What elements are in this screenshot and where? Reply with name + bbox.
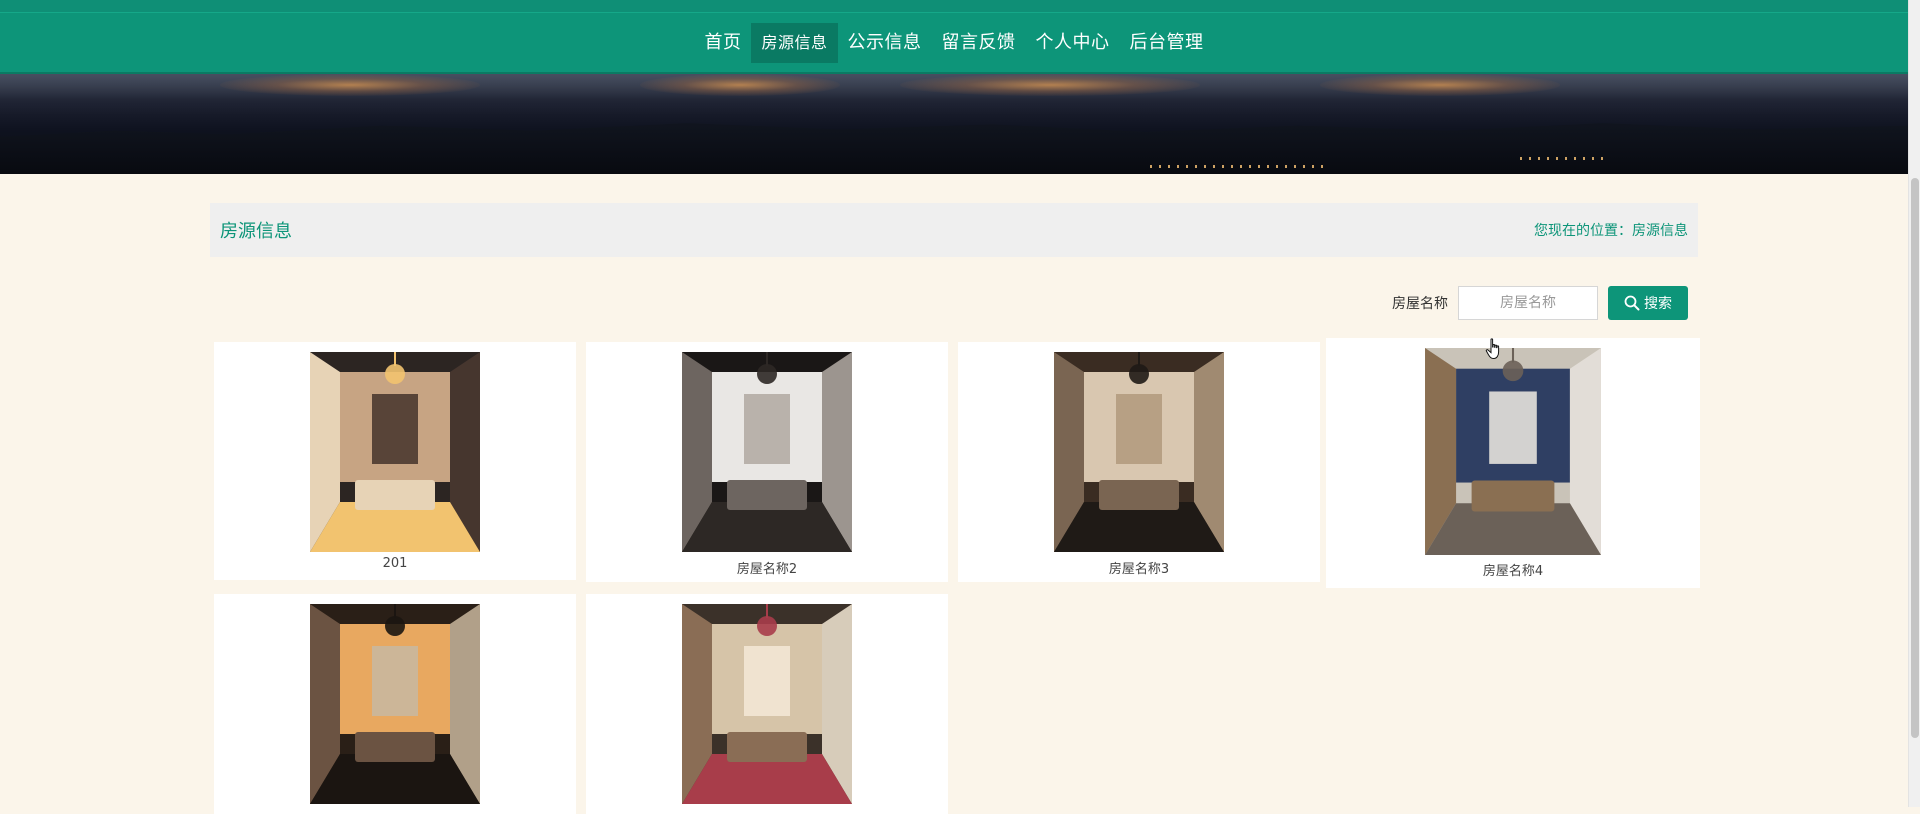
main-navbar: 首页 房源信息 公示信息 留言反馈 个人中心 后台管理	[0, 12, 1908, 74]
house-name[interactable]: 房屋名称4	[1326, 560, 1700, 579]
city-lights	[1150, 165, 1330, 168]
section-header: 房源信息 您现在的位置：房源信息	[210, 203, 1698, 257]
search-label: 房屋名称	[1392, 296, 1448, 312]
house-card[interactable]: 房屋名称2	[586, 342, 948, 582]
sunset-glow	[900, 74, 1200, 96]
search-input[interactable]	[1458, 286, 1598, 320]
mountain-silhouette	[0, 123, 1908, 174]
nav-item-home[interactable]: 首页	[694, 23, 751, 63]
nav-list: 首页 房源信息 公示信息 留言反馈 个人中心 后台管理	[694, 22, 1214, 63]
house-card[interactable]: 房屋名称3	[958, 342, 1320, 582]
nav-item-announcements[interactable]: 公示信息	[838, 23, 932, 63]
house-photo[interactable]	[1425, 348, 1601, 555]
house-photo[interactable]	[682, 604, 852, 804]
hero-banner	[0, 74, 1908, 174]
house-name[interactable]: 房屋名称3	[958, 558, 1320, 577]
house-name[interactable]: 201	[214, 556, 576, 571]
page-scrollbar[interactable]	[1908, 0, 1920, 807]
house-name[interactable]: 房屋名称2	[586, 558, 948, 577]
nav-item-profile[interactable]: 个人中心	[1026, 23, 1120, 63]
nav-item-feedback[interactable]: 留言反馈	[932, 23, 1026, 63]
city-lights	[1520, 157, 1610, 160]
breadcrumb[interactable]: 您现在的位置：房源信息	[1534, 220, 1688, 240]
sunset-glow	[1320, 74, 1560, 96]
house-photo[interactable]	[1054, 352, 1224, 552]
nav-item-listings[interactable]: 房源信息	[751, 22, 838, 63]
page-title: 房源信息	[220, 221, 292, 242]
house-photo[interactable]	[310, 352, 480, 552]
house-photo[interactable]	[682, 352, 852, 552]
search-bar: 房屋名称 搜索	[210, 285, 1698, 321]
scrollbar-thumb[interactable]	[1911, 178, 1919, 738]
search-button[interactable]: 搜索	[1608, 286, 1688, 320]
main-content: 房源信息 您现在的位置：房源信息 房屋名称 搜索	[210, 203, 1698, 321]
house-card[interactable]	[214, 594, 576, 814]
nav-item-admin[interactable]: 后台管理	[1120, 23, 1214, 63]
search-button-label: 搜索	[1644, 295, 1672, 311]
house-card[interactable]	[586, 594, 948, 814]
house-card[interactable]: 房屋名称4	[1326, 338, 1700, 588]
sunset-glow	[640, 74, 840, 96]
search-icon	[1624, 295, 1640, 311]
sunset-glow	[220, 74, 480, 96]
hand-cursor-icon	[1485, 338, 1500, 360]
house-photo[interactable]	[310, 604, 480, 804]
house-card[interactable]: 201	[214, 342, 576, 580]
